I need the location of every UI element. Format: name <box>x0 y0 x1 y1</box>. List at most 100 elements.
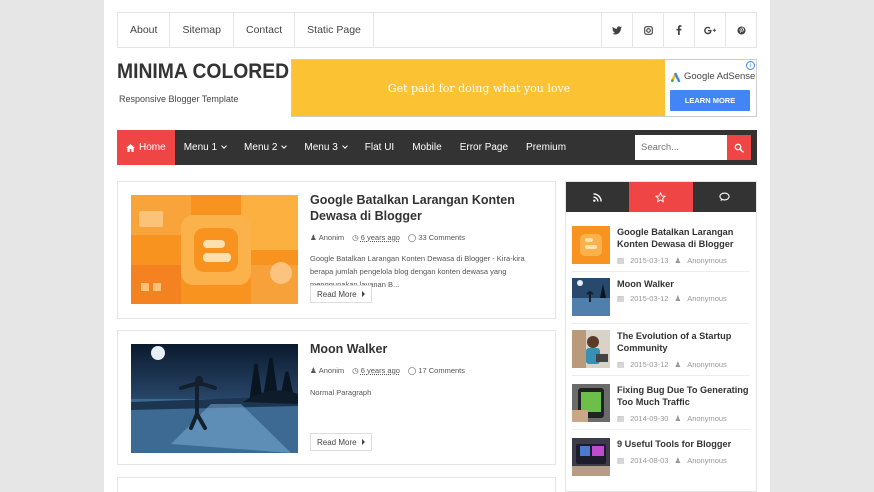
sidebar-thumbnail[interactable] <box>572 330 610 368</box>
sidebar-post-meta: ▤ 2014-09-30 ♟ Anonymous <box>617 414 727 423</box>
post-title[interactable]: Moon Walker <box>310 341 545 357</box>
top-bar: About Sitemap Contact Static Page <box>117 12 757 48</box>
read-more-button[interactable]: Read More <box>310 433 372 451</box>
pinterest-icon[interactable] <box>725 13 756 47</box>
ad-text[interactable]: Get paid for doing what you love <box>292 60 666 116</box>
sidebar-post-title[interactable]: Moon Walker <box>617 278 750 290</box>
sidebar-tabs <box>566 182 756 212</box>
sidebar-thumbnail[interactable] <box>572 384 610 422</box>
sidebar-post[interactable]: Google Batalkan Larangan Konten Dewasa d… <box>572 226 750 272</box>
site-logo[interactable]: MINIMA COLORED <box>117 60 289 84</box>
site-tagline: Responsive Blogger Template <box>119 94 239 104</box>
nav-menu-3[interactable]: Menu 3 <box>295 130 355 165</box>
sidebar-post-date: 2015-03-12 <box>630 294 669 303</box>
post-card: Google Batalkan Larangan Konten Dewasa d… <box>117 181 556 319</box>
main-nav: Home Menu 1 Menu 2 Menu 3 Flat UI Mobile… <box>117 130 757 165</box>
post-snippet: Normal Paragraph <box>310 388 372 397</box>
caret-right-icon <box>361 439 365 445</box>
author-icon: ♟ <box>310 366 317 375</box>
nav-flat-ui[interactable]: Flat UI <box>356 130 403 165</box>
author-icon: ♟ <box>674 360 682 369</box>
sidebar-post-author: Anonymous <box>687 456 727 465</box>
post-meta: ♟ Anonim ◷ 6 years ago ◯ 17 Comments <box>310 366 465 375</box>
post-time[interactable]: 6 years ago <box>361 366 400 375</box>
tab-recent[interactable] <box>566 182 630 212</box>
post-snippet: Google Batalkan Larangan Konten Dewasa d… <box>310 254 525 287</box>
post-time[interactable]: 6 years ago <box>361 233 400 242</box>
search-icon <box>734 143 744 153</box>
comments-icon <box>719 192 730 202</box>
learn-more-button[interactable]: LEARN MORE <box>670 90 750 111</box>
nav-menu-3-label: Menu 3 <box>304 142 338 153</box>
author-icon: ♟ <box>674 256 682 265</box>
search-input[interactable] <box>635 135 727 160</box>
instagram-icon[interactable] <box>632 13 663 47</box>
nav-menu-2[interactable]: Menu 2 <box>235 130 295 165</box>
adsense-logo-icon <box>670 72 681 82</box>
sidebar-post-title[interactable]: 9 Useful Tools for Blogger <box>617 438 750 450</box>
author-icon: ♟ <box>310 233 317 242</box>
search-box <box>635 135 751 160</box>
nav-home[interactable]: Home <box>117 130 175 165</box>
read-more-button[interactable]: Read More <box>310 285 372 303</box>
sidebar-post-title[interactable]: The Evolution of a Startup Community <box>617 330 750 354</box>
post-thumbnail-blogger[interactable] <box>131 195 298 304</box>
social-links <box>601 13 756 47</box>
read-more-label: Read More <box>317 289 357 299</box>
post-author[interactable]: Anonim <box>319 233 344 242</box>
sidebar-post-date: 2015-03-13 <box>630 256 669 265</box>
nav-premium[interactable]: Premium <box>517 130 575 165</box>
post-thumbnail-moon-walker[interactable] <box>131 344 298 453</box>
chevron-down-icon <box>221 143 227 149</box>
clock-icon: ◷ <box>352 233 359 242</box>
ad-brand-panel: Google AdSense LEARN MORE i <box>665 60 756 116</box>
sidebar-post-author: Anonymous <box>687 256 727 265</box>
nav-menu-1[interactable]: Menu 1 <box>175 130 235 165</box>
top-nav-contact[interactable]: Contact <box>234 13 296 47</box>
post-meta: ♟ Anonim ◷ 6 years ago ◯ 33 Comments <box>310 233 465 242</box>
sidebar-post-author: Anonymous <box>687 360 727 369</box>
sidebar-post-date: 2015-03-12 <box>630 360 669 369</box>
top-nav-static-page[interactable]: Static Page <box>295 13 374 47</box>
author-icon: ♟ <box>674 294 682 303</box>
post-comments[interactable]: 33 Comments <box>418 233 465 242</box>
home-icon <box>126 143 135 152</box>
sidebar-post[interactable]: Fixing Bug Due To Generating Too Much Tr… <box>572 384 750 430</box>
sidebar-thumbnail[interactable] <box>572 438 610 476</box>
sidebar-post-title[interactable]: Fixing Bug Due To Generating Too Much Tr… <box>617 384 750 408</box>
sidebar-widget: Google Batalkan Larangan Konten Dewasa d… <box>565 181 757 492</box>
tab-popular[interactable] <box>629 182 693 212</box>
adsense-banner[interactable]: Get paid for doing what you love Google … <box>291 59 757 117</box>
ad-info-icon[interactable]: i <box>746 61 755 70</box>
post-comments[interactable]: 17 Comments <box>418 366 465 375</box>
sidebar-post[interactable]: The Evolution of a Startup Community ▤ 2… <box>572 330 750 376</box>
sidebar-thumbnail[interactable] <box>572 226 610 264</box>
sidebar-post[interactable]: Moon Walker ▤ 2015-03-12 ♟ Anonymous <box>572 278 750 324</box>
sidebar-post-meta: ▤ 2015-03-12 ♟ Anonymous <box>617 360 727 369</box>
top-nav-sitemap[interactable]: Sitemap <box>170 13 234 47</box>
sidebar-post-title[interactable]: Google Batalkan Larangan Konten Dewasa d… <box>617 226 750 250</box>
nav-mobile[interactable]: Mobile <box>403 130 450 165</box>
sidebar-post[interactable]: 9 Useful Tools for Blogger ▤ 2014-08-03 … <box>572 438 750 484</box>
tab-comments[interactable] <box>692 182 756 212</box>
calendar-icon: ▤ <box>617 456 625 465</box>
comments-icon: ◯ <box>407 233 417 242</box>
caret-right-icon <box>361 291 365 297</box>
search-button[interactable] <box>727 135 751 160</box>
sidebar-post-meta: ▤ 2014-08-03 ♟ Anonymous <box>617 456 727 465</box>
nav-error-page[interactable]: Error Page <box>451 130 517 165</box>
twitter-icon[interactable] <box>601 13 632 47</box>
google-plus-icon[interactable] <box>694 13 725 47</box>
sidebar-thumbnail[interactable] <box>572 278 610 316</box>
post-card: Moon Walker ♟ Anonim ◷ 6 years ago ◯ 17 … <box>117 330 556 465</box>
post-title[interactable]: Google Batalkan Larangan Konten Dewasa d… <box>310 192 545 224</box>
sidebar-post-date: 2014-08-03 <box>630 456 669 465</box>
post-author[interactable]: Anonim <box>319 366 344 375</box>
chevron-down-icon <box>341 143 348 149</box>
top-nav-about[interactable]: About <box>118 13 171 47</box>
facebook-icon[interactable] <box>663 13 694 47</box>
calendar-icon: ▤ <box>617 414 625 423</box>
sidebar-post-date: 2014-09-30 <box>630 414 669 423</box>
calendar-icon: ▤ <box>617 360 625 369</box>
top-nav: About Sitemap Contact Static Page <box>118 13 374 47</box>
